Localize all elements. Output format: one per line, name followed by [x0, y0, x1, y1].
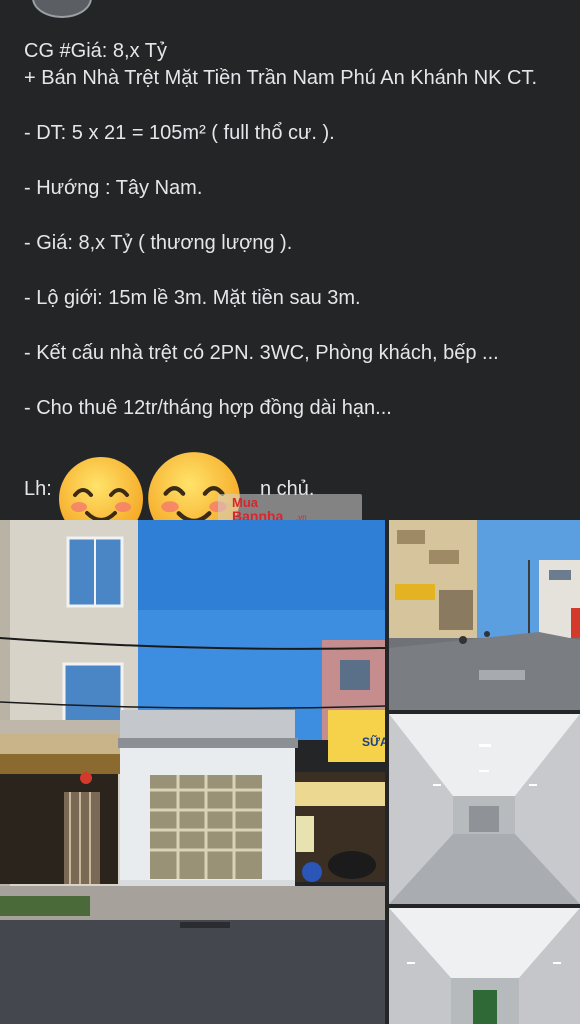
street-view-photo[interactable] — [389, 520, 580, 710]
contact-label: Lh: — [24, 478, 52, 500]
post-header: CG #Giá: 8,x Tỷ + Bán Nhà Trệt Mặt Tiền … — [24, 38, 564, 92]
price-line: CG #Giá: 8,x Tỷ — [24, 40, 168, 62]
post-body: CG #Giá: 8,x Tỷ + Bán Nhà Trệt Mặt Tiền … — [24, 38, 564, 450]
shop-sign-text: SỮA — [362, 734, 385, 749]
interior-photo-1[interactable] — [389, 714, 580, 904]
post-item: - DT: 5 x 21 = 105m² ( full thổ cư. ). — [24, 122, 335, 144]
post-item: - Kết cấu nhà trệt có 2PN. 3WC, Phòng kh… — [24, 342, 499, 364]
contact-line: Lh: n chủ. — [24, 478, 314, 501]
post-item: - Cho thuê 12tr/tháng hợp đồng dài hạn..… — [24, 397, 392, 419]
post-item: - Giá: 8,x Tỷ ( thương lượng ). — [24, 232, 293, 254]
profile-avatar[interactable] — [32, 0, 92, 18]
house-front-photo[interactable]: SỮA — [0, 520, 385, 1024]
title-line: + Bán Nhà Trệt Mặt Tiền Trần Nam Phú An … — [24, 67, 538, 89]
post-item: - Hướng : Tây Nam. — [24, 177, 203, 199]
interior-photo-2[interactable] — [389, 908, 580, 1024]
post-item: - Lộ giới: 15m lề 3m. Mặt tiền sau 3m. — [24, 287, 361, 309]
